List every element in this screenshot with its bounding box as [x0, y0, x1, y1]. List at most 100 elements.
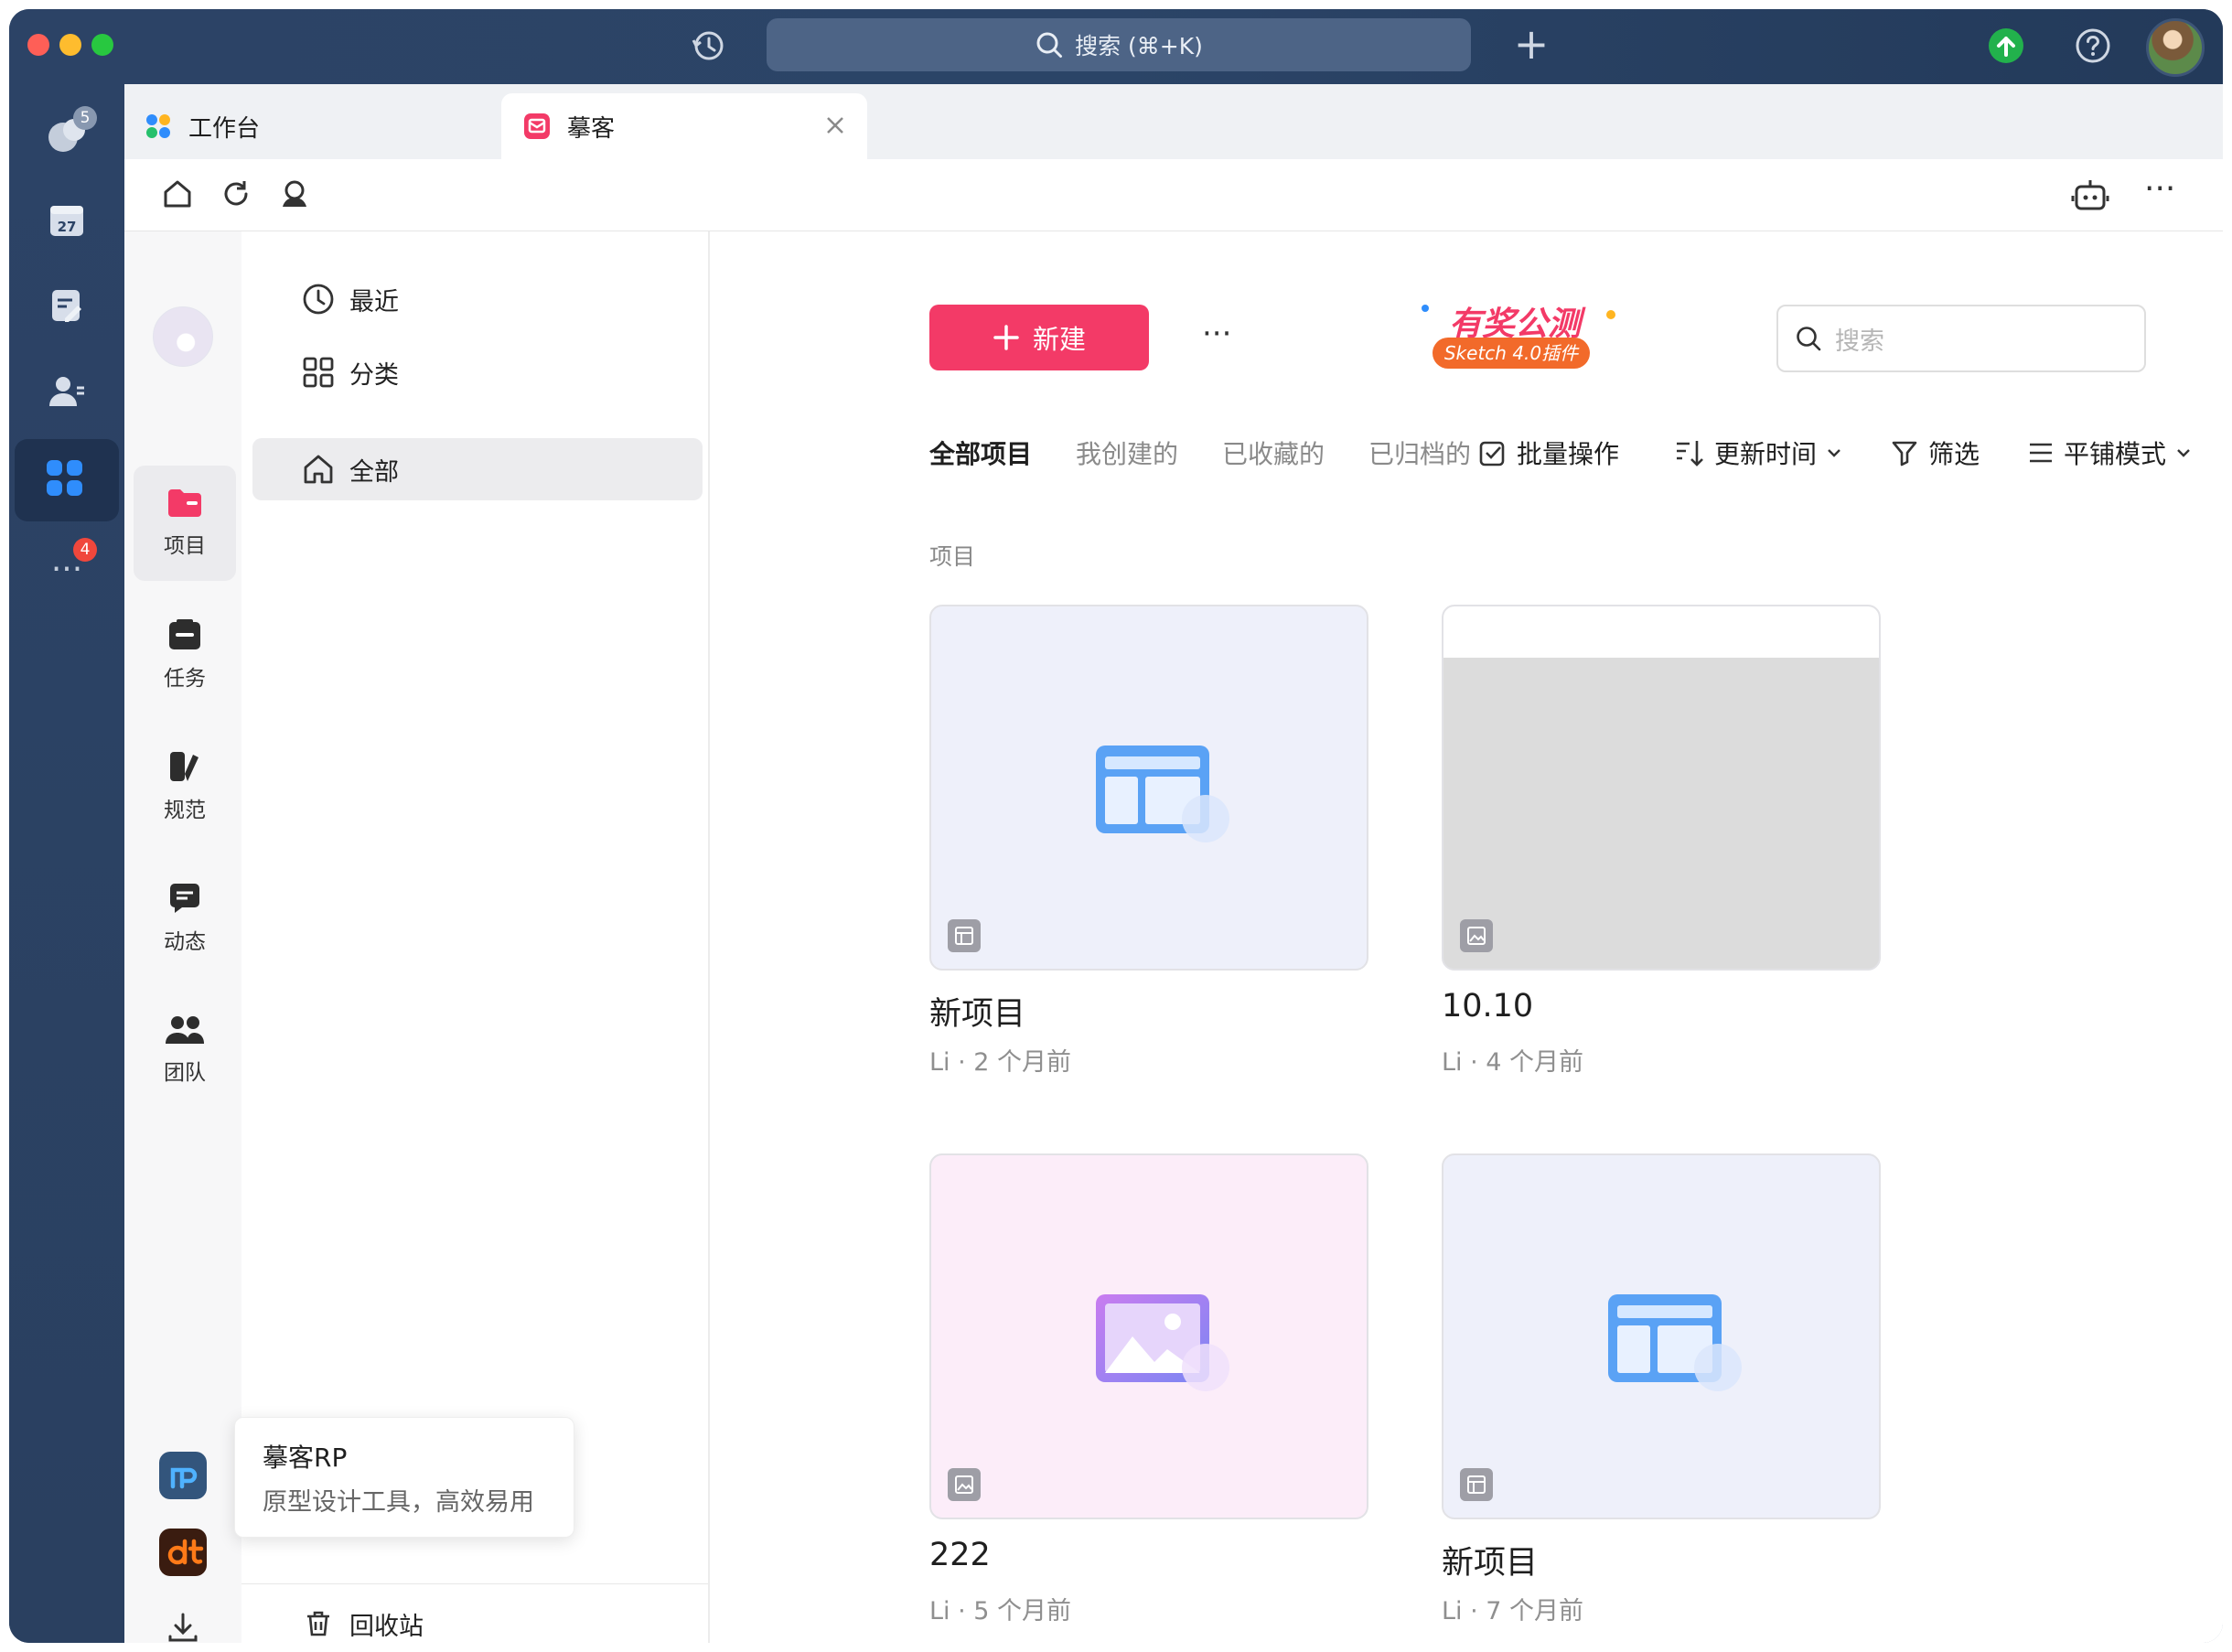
- nav-item-label: 任务: [164, 667, 206, 691]
- sort-icon: [1677, 441, 1703, 467]
- contacts-icon[interactable]: [38, 362, 96, 421]
- tab-label: 工作台: [188, 114, 261, 143]
- image-type-icon: [948, 1468, 981, 1501]
- project-title[interactable]: 新项目: [1442, 1537, 1538, 1583]
- batch-operation-button[interactable]: 批量操作: [1478, 434, 1619, 471]
- new-project-button[interactable]: 新建: [929, 305, 1149, 370]
- side-item-category[interactable]: 分类: [252, 341, 703, 403]
- toolbar-more-button[interactable]: ···: [2144, 170, 2175, 208]
- task-icon: [169, 619, 200, 649]
- project-title[interactable]: 10.10: [1442, 988, 1533, 1024]
- calendar-icon[interactable]: 27: [38, 190, 96, 249]
- activity-icon: [170, 884, 199, 913]
- chevron-down-icon: [1828, 449, 1840, 457]
- filter-archived[interactable]: 已归档的: [1368, 434, 1471, 471]
- nav-item-label: 项目: [164, 534, 206, 558]
- main-more-button[interactable]: ···: [1202, 316, 1231, 352]
- project-meta: Li · 2 个月前: [929, 1048, 1072, 1077]
- project-card[interactable]: [929, 1153, 1368, 1519]
- prototype-icon: [1092, 740, 1239, 850]
- tab-mockplus[interactable]: 摹客: [501, 93, 867, 159]
- download-icon[interactable]: [165, 1609, 201, 1643]
- history-icon[interactable]: [690, 27, 726, 64]
- filter-created-by-me[interactable]: 我创建的: [1076, 434, 1178, 471]
- spec-icon: [170, 752, 199, 781]
- project-icon: [168, 489, 201, 517]
- mockplus-app: 项目 任务 规范 动态 团队 最近 分类 全部 回收站 摹客RP 原型设计工具，…: [124, 231, 2223, 1643]
- project-card[interactable]: [929, 605, 1368, 971]
- title-bar: 搜索 (⌘+K) +: [9, 9, 2223, 84]
- global-search-label: 搜索 (⌘+K): [1075, 33, 1203, 59]
- workspace-icon: [145, 113, 172, 140]
- mockplus-dt-app-icon[interactable]: [159, 1529, 207, 1576]
- rail-item-workspace[interactable]: [15, 439, 119, 521]
- help-icon[interactable]: [2075, 27, 2111, 64]
- team-avatar[interactable]: [153, 306, 213, 367]
- promo-banner[interactable]: 有奖公测 Sketch 4.0插件: [1414, 297, 1634, 376]
- nav-item-label: 规范: [164, 799, 206, 822]
- close-window-button[interactable]: [27, 34, 49, 56]
- view-mode-dropdown[interactable]: 平铺模式: [2027, 434, 2192, 471]
- minimize-window-button[interactable]: [59, 34, 81, 56]
- filter-button[interactable]: 筛选: [1890, 434, 1980, 471]
- project-meta: Li · 4 个月前: [1442, 1048, 1584, 1077]
- side-item-trash[interactable]: 回收站: [252, 1593, 703, 1643]
- card-preview-header: [1443, 606, 1879, 658]
- docs-icon[interactable]: [38, 276, 96, 335]
- tab-strip: 工作台 摹客: [124, 84, 2223, 159]
- home-icon[interactable]: [161, 177, 194, 210]
- project-title[interactable]: 新项目: [929, 988, 1025, 1035]
- project-title[interactable]: 222: [929, 1537, 991, 1573]
- section-label: 项目: [929, 543, 976, 570]
- nav-item-spec[interactable]: 规范: [134, 729, 236, 844]
- sort-dropdown[interactable]: 更新时间: [1674, 434, 1842, 471]
- project-search-input[interactable]: 搜索: [1776, 305, 2146, 372]
- project-card[interactable]: [1442, 605, 1881, 971]
- nav-item-task[interactable]: 任务: [134, 597, 236, 713]
- new-project-label: 新建: [1032, 324, 1086, 355]
- tab-label: 摹客: [567, 114, 616, 143]
- mockplus-rp-app-icon[interactable]: [159, 1452, 207, 1499]
- nav-item-project[interactable]: 项目: [134, 466, 236, 581]
- nav-item-label: 团队: [164, 1061, 206, 1085]
- upgrade-icon[interactable]: [1988, 27, 2024, 64]
- new-tab-button[interactable]: +: [1508, 20, 1555, 68]
- prototype-icon: [1604, 1289, 1751, 1399]
- nav-item-label: 动态: [164, 930, 206, 954]
- promo-confetti: [1606, 310, 1615, 319]
- nav-item-activity[interactable]: 动态: [134, 861, 236, 976]
- filter-all-projects[interactable]: 全部项目: [929, 434, 1032, 471]
- maximize-window-button[interactable]: [91, 34, 113, 56]
- app-window: 搜索 (⌘+K) + 5 27 ··· 4 工作台 摹客 ··· 项目 任务 规…: [9, 9, 2223, 1643]
- tab-workspace[interactable]: 工作台: [124, 93, 490, 159]
- robot-icon[interactable]: [2071, 176, 2109, 214]
- browser-toolbar: ···: [124, 159, 2223, 231]
- project-card[interactable]: [1442, 1153, 1881, 1519]
- workspace-icon: [38, 453, 96, 508]
- global-search-bar[interactable]: 搜索 (⌘+K): [767, 18, 1471, 71]
- product-nav: 项目 任务 规范 动态 团队: [124, 231, 241, 1643]
- batch-operation-label: 批量操作: [1517, 439, 1620, 469]
- filter-favorites[interactable]: 已收藏的: [1222, 434, 1325, 471]
- team-icon: [166, 1016, 204, 1044]
- mockplus-icon: [523, 113, 551, 140]
- refresh-icon[interactable]: [220, 177, 252, 210]
- promo-confetti: [1422, 305, 1429, 312]
- search-icon: [1797, 327, 1821, 351]
- user-avatar[interactable]: [2146, 18, 2205, 77]
- side-item-all[interactable]: 全部: [252, 438, 703, 500]
- side-item-recent[interactable]: 最近: [252, 268, 703, 330]
- category-icon: [300, 356, 337, 389]
- project-list: 新建 ··· 有奖公测 Sketch 4.0插件 搜索 全部项目 我创建的 已收…: [710, 231, 2223, 1643]
- nav-item-team[interactable]: 团队: [134, 992, 236, 1108]
- chevron-down-icon: [2177, 449, 2190, 457]
- more-badge: 4: [73, 538, 97, 562]
- plus-icon: [993, 325, 1019, 350]
- account-icon[interactable]: [278, 177, 311, 210]
- list-icon: [2030, 443, 2052, 463]
- image-icon: [1092, 1289, 1239, 1399]
- promo-subtitle: Sketch 4.0插件: [1433, 338, 1590, 369]
- side-item-label: 最近: [349, 287, 399, 316]
- side-item-label: 全部: [349, 457, 399, 487]
- close-tab-icon[interactable]: [823, 113, 847, 137]
